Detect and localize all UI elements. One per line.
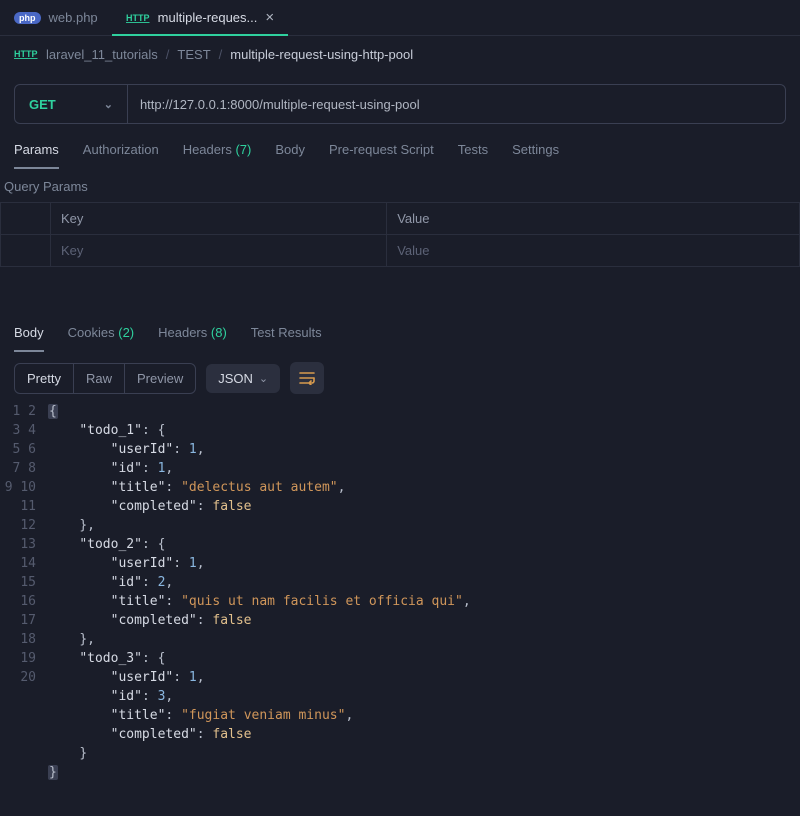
table-header-value: Value (387, 203, 800, 235)
http-method-select[interactable]: GET ⌄ (15, 85, 128, 123)
key-placeholder: Key (61, 243, 83, 258)
breadcrumb-separator: / (166, 47, 170, 62)
chevron-down-icon: ⌄ (104, 98, 113, 111)
breadcrumb-segment[interactable]: TEST (177, 47, 210, 62)
tab-body[interactable]: Body (275, 142, 305, 169)
table-header-blank (1, 203, 51, 235)
tab-headers[interactable]: Headers (7) (183, 142, 252, 169)
request-row: GET ⌄ (14, 84, 786, 124)
response-tab-body[interactable]: Body (14, 325, 44, 352)
tab-tests[interactable]: Tests (458, 142, 488, 169)
table-row[interactable]: Key Value (1, 235, 800, 267)
line-number-gutter: 1 2 3 4 5 6 7 8 9 10 11 12 13 14 15 16 1… (0, 402, 48, 782)
tab-params[interactable]: Params (14, 142, 59, 169)
chevron-down-icon: ⌄ (259, 372, 268, 385)
response-tab-cookies[interactable]: Cookies (2) (68, 325, 134, 352)
http-method-label: GET (29, 97, 56, 112)
tab-settings[interactable]: Settings (512, 142, 559, 169)
request-url-input[interactable] (128, 85, 785, 123)
editor-tabs-bar: php web.php HTTP multiple-reques... × (0, 0, 800, 36)
svg-text:HTTP: HTTP (126, 13, 150, 23)
tab-authorization[interactable]: Authorization (83, 142, 159, 169)
response-tab-headers[interactable]: Headers (8) (158, 325, 227, 352)
view-mode-pretty[interactable]: Pretty (15, 364, 73, 393)
file-tab-http-request[interactable]: HTTP multiple-reques... × (112, 0, 288, 35)
query-params-label: Query Params (0, 169, 800, 202)
breadcrumb-separator: / (219, 47, 223, 62)
tab-label: web.php (49, 10, 98, 25)
response-tab-test-results[interactable]: Test Results (251, 325, 322, 352)
query-params-table: Key Value Key Value (0, 202, 800, 267)
response-body-editor[interactable]: 1 2 3 4 5 6 7 8 9 10 11 12 13 14 15 16 1… (0, 394, 800, 782)
svg-text:HTTP: HTTP (14, 49, 38, 59)
code-content[interactable]: { "todo_1": { "userId": 1, "id": 1, "tit… (48, 402, 800, 782)
breadcrumb-segment[interactable]: multiple-request-using-http-pool (230, 47, 413, 62)
response-tabs: Body Cookies (2) Headers (8) Test Result… (0, 325, 800, 352)
response-view-toolbar: Pretty Raw Preview JSON ⌄ (0, 352, 800, 394)
request-subtabs: Params Authorization Headers (7) Body Pr… (0, 142, 800, 169)
tab-label: multiple-reques... (158, 10, 258, 25)
breadcrumb-segment[interactable]: laravel_11_tutorials (46, 47, 158, 62)
http-icon: HTTP (126, 12, 150, 24)
tab-pre-request-script[interactable]: Pre-request Script (329, 142, 434, 169)
close-icon[interactable]: × (265, 10, 274, 25)
view-mode-preview[interactable]: Preview (124, 364, 195, 393)
table-header-key: Key (51, 203, 387, 235)
http-icon: HTTP (14, 48, 38, 60)
view-mode-group: Pretty Raw Preview (14, 363, 196, 394)
wrap-lines-button[interactable] (290, 362, 324, 394)
view-mode-raw[interactable]: Raw (73, 364, 124, 393)
file-tab-web-php[interactable]: php web.php (0, 0, 112, 35)
response-format-select[interactable]: JSON ⌄ (206, 364, 280, 393)
format-label: JSON (218, 371, 253, 386)
value-placeholder: Value (397, 243, 429, 258)
php-icon: php (14, 12, 41, 24)
breadcrumb: HTTP laravel_11_tutorials / TEST / multi… (0, 36, 800, 72)
